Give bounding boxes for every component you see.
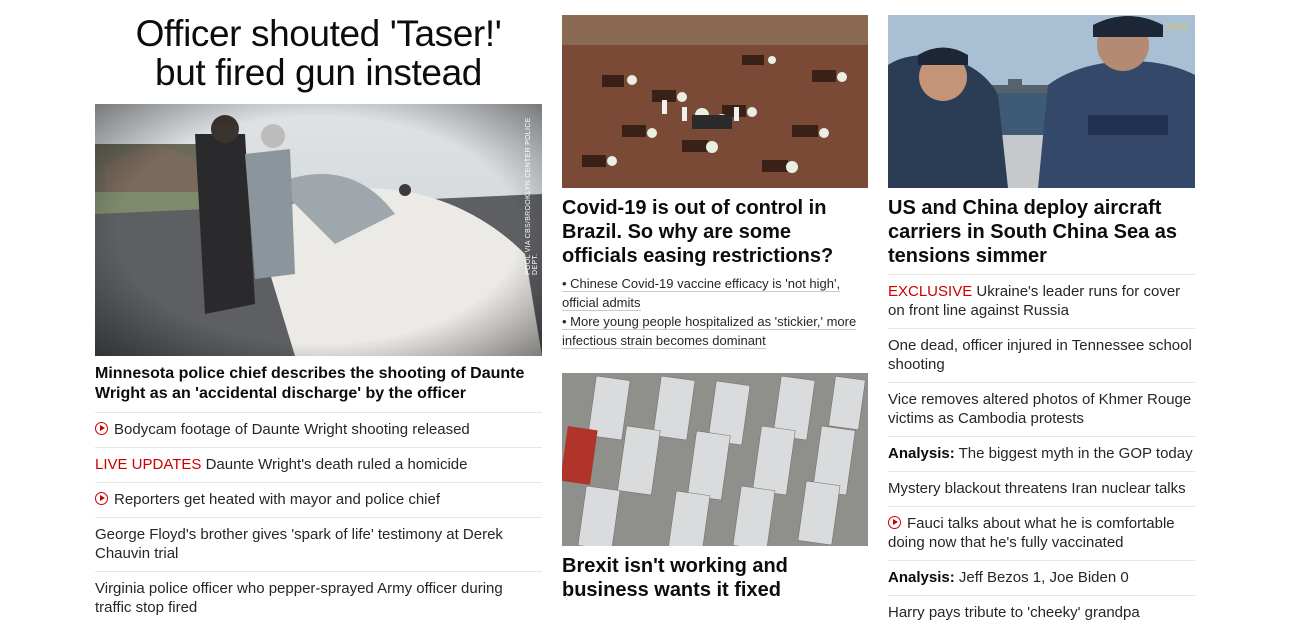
list-item[interactable]: George Floyd's brother gives 'spark of l… [95, 518, 542, 572]
list-item[interactable]: Vice removes altered photos of Khmer Rou… [888, 383, 1195, 437]
list-item[interactable]: EXCLUSIVE Ukraine's leader runs for cove… [888, 275, 1195, 329]
list-item-text[interactable]: George Floyd's brother gives 'spark of l… [95, 526, 503, 562]
brazil-image[interactable] [562, 15, 868, 188]
related-link-text[interactable]: • More young people hospitalized as 'sti… [562, 314, 857, 349]
right-headline-list: EXCLUSIVE Ukraine's leader runs for cove… [888, 275, 1195, 630]
related-link[interactable]: • Chinese Covid-19 vaccine efficacy is '… [562, 274, 868, 312]
list-item-text[interactable]: Vice removes altered photos of Khmer Rou… [888, 391, 1191, 427]
navy-photo [888, 15, 1195, 188]
exclusive-label: EXCLUSIVE [888, 283, 973, 300]
lead-story-title[interactable]: Minnesota police chief describes the sho… [95, 364, 542, 413]
brexit-story-title[interactable]: Brexit isn't working and business wants … [562, 554, 868, 602]
list-item[interactable]: LIVE UPDATES Daunte Wright's death ruled… [95, 448, 542, 483]
live-updates-label: LIVE UPDATES [95, 456, 202, 473]
list-item-text[interactable]: Mystery blackout threatens Iran nuclear … [888, 480, 1186, 497]
related-link-text[interactable]: • Chinese Covid-19 vaccine efficacy is '… [562, 276, 841, 311]
lead-column: Officer shouted 'Taser!' but fired gun i… [95, 0, 542, 625]
list-item[interactable]: Reporters get heated with mayor and poli… [95, 483, 542, 518]
list-item-text[interactable]: Jeff Bezos 1, Joe Biden 0 [955, 569, 1129, 586]
trucks-photo [562, 373, 868, 546]
list-item[interactable]: Mystery blackout threatens Iran nuclear … [888, 472, 1195, 507]
analysis-label: Analysis: [888, 445, 955, 462]
list-item-text[interactable]: One dead, officer injured in Tennessee s… [888, 337, 1192, 373]
list-item-text[interactable]: Fauci talks about what he is comfortable… [888, 515, 1175, 551]
play-video-icon [888, 516, 901, 529]
lead-image[interactable]: POOL VIA CBS/BROOKLYN CENTER POLICE DEPT… [95, 104, 542, 356]
list-item[interactable]: Harry pays tribute to 'cheeky' grandpa [888, 596, 1195, 630]
list-item-text[interactable]: The biggest myth in the GOP today [955, 445, 1193, 462]
related-link[interactable]: • More young people hospitalized as 'sti… [562, 312, 868, 350]
carrier-story-title[interactable]: US and China deploy aircraft carriers in… [888, 196, 1195, 275]
cemetery-photo [562, 15, 868, 188]
list-item[interactable]: Virginia police officer who pepper-spray… [95, 572, 542, 625]
list-item-text[interactable]: Reporters get heated with mayor and poli… [114, 491, 440, 508]
play-video-icon [95, 422, 108, 435]
lead-headline-line-1[interactable]: Officer shouted 'Taser!' [95, 14, 542, 53]
list-item[interactable]: Fauci talks about what he is comfortable… [888, 507, 1195, 561]
list-item[interactable]: Bodycam footage of Daunte Wright shootin… [95, 413, 542, 448]
analysis-label: Analysis: [888, 569, 955, 586]
brazil-related-list: • Chinese Covid-19 vaccine efficacy is '… [562, 274, 868, 350]
brexit-image[interactable] [562, 373, 868, 546]
carrier-image[interactable]: DDG 89 [888, 15, 1195, 188]
bodycam-photo [95, 104, 542, 356]
play-video-icon [95, 492, 108, 505]
hat-badge: DDG 89 [1165, 25, 1187, 31]
image-credit: POOL VIA CBS/BROOKLYN CENTER POLICE DEPT… [525, 117, 539, 275]
list-item-text[interactable]: Daunte Wright's death ruled a homicide [201, 456, 468, 473]
lead-headline-line-2[interactable]: but fired gun instead [95, 53, 542, 92]
list-item[interactable]: Analysis: The biggest myth in the GOP to… [888, 437, 1195, 472]
list-item-text[interactable]: Bodycam footage of Daunte Wright shootin… [114, 421, 470, 438]
list-item-text[interactable]: Harry pays tribute to 'cheeky' grandpa [888, 604, 1140, 621]
list-item[interactable]: One dead, officer injured in Tennessee s… [888, 329, 1195, 383]
list-item-text[interactable]: Virginia police officer who pepper-spray… [95, 580, 503, 616]
lead-headline[interactable]: Officer shouted 'Taser!' but fired gun i… [95, 14, 542, 92]
middle-column: Covid-19 is out of control in Brazil. So… [562, 0, 868, 602]
lead-related-list: Bodycam footage of Daunte Wright shootin… [95, 413, 542, 625]
right-column: DDG 89 US and China deploy aircraft carr… [888, 0, 1195, 630]
list-item[interactable]: Analysis: Jeff Bezos 1, Joe Biden 0 [888, 561, 1195, 596]
brazil-story-title[interactable]: Covid-19 is out of control in Brazil. So… [562, 196, 868, 268]
